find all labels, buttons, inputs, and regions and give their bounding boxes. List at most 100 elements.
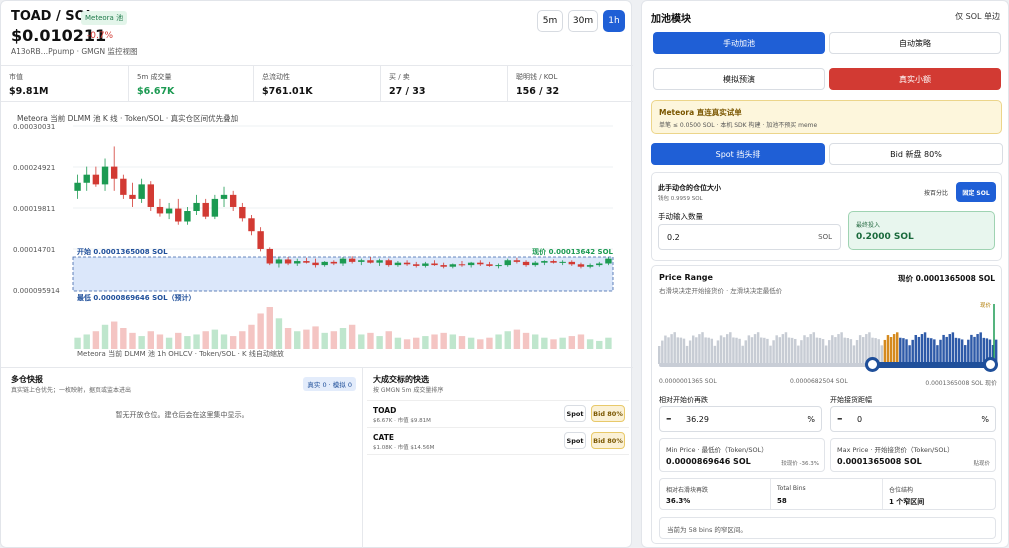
snapshot-empty: 暂无开放仓位。建仓后会在这里集中显示。 [115,411,249,419]
trade-row-toad[interactable]: TOAD $6.67K · 市值 $9.81M Spot Bid 80% [367,400,629,428]
candle-body [596,263,603,266]
candle-body [239,206,246,219]
max-price-title: Max Price · 开始接货价（Token/SOL） [837,446,954,454]
liquidity-bin [930,338,933,364]
volume-bar [431,334,438,349]
candle-body [83,174,90,183]
liquidity-bin [840,332,843,364]
start-dist-input[interactable]: – 0 % [830,406,996,432]
candle-body [101,166,109,185]
liquidity-bin [883,339,887,364]
liquidity-bin [942,334,945,364]
max-price-value: 0.0001365008 SOL [837,457,922,466]
candle-body [330,261,338,264]
liquidity-bin [862,337,865,364]
liquidity-bin [682,338,686,364]
liquidity-bin [957,338,961,364]
fixed-sol-button[interactable]: 固定 SOL [956,182,996,202]
volume-bar [303,329,310,349]
candle-body [440,265,447,267]
bid-button[interactable]: Bid 80% [591,405,625,422]
minus-icon[interactable]: – [837,412,843,425]
liquidity-bin [747,335,751,364]
liquidity-bin [763,337,766,364]
bid-strategy-button[interactable]: Bid 新盘 80% [829,143,1003,165]
liquidity-bin [837,334,840,364]
liquidity-bin [775,335,778,364]
by-percent-button[interactable]: 按百分比 [918,183,954,201]
liquidity-bin [732,337,735,364]
manual-mode-button[interactable]: 手动加池 [653,32,825,54]
right-slider-handle[interactable] [983,357,998,372]
liquidity-bin [970,334,973,364]
candle-body [385,260,392,266]
pool-badge: Meteora 池 [81,11,128,25]
range-slider-fill [873,362,993,368]
volume-bar [110,321,118,349]
stat-label: 总流动性 [262,73,290,81]
final-amount-box: 最终投入 0.2000 SOL [848,211,995,250]
trade-row-name: CATE [373,433,394,442]
summary-rel-value: 36.3% [666,497,691,505]
liquidity-bin [658,346,661,364]
liquidity-bin [719,335,723,364]
auto-mode-button[interactable]: 自动策略 [829,32,1001,54]
left-slider-handle[interactable] [865,357,880,372]
size-title: 此手动仓的仓位大小 [658,184,721,192]
candle-body [193,202,200,212]
spot-strategy-button[interactable]: Spot 挡头排 [651,143,825,165]
volume-bar [376,336,383,349]
trade-row-cate[interactable]: CATE $1.08K · 市值 $14.56M Spot Bid 80% [367,427,629,455]
liquidity-bin [806,337,809,364]
big-trade-subtitle: 按 GMGN 5m 成交量排序 [373,387,444,394]
stat-mcap: 市值 $9.81M [1,66,129,101]
amount-input[interactable]: 0.2 SOL [658,224,841,250]
trade-row-detail: $6.67K · 市值 $9.81M [373,418,431,424]
real-small-button[interactable]: 真实小额 [829,68,1001,90]
liquidity-bin [948,334,952,364]
liquidity-bin [769,345,772,364]
volume-bar [248,324,255,349]
module-mode-note: 仅 SOL 单边 [955,12,1000,21]
candle-body [312,262,319,266]
tf-5m[interactable]: 5m [537,10,563,32]
notice-body: 单笔 ≤ 0.0500 SOL · 本机 SDK 构建 · 加池不预买 meme [659,122,818,129]
volume-bar [449,334,457,349]
stat-value: 156 / 32 [516,86,560,97]
minus-icon[interactable]: – [666,412,672,425]
spot-button[interactable]: Spot [564,405,586,422]
volume-bar [385,331,392,349]
volume-bar [577,334,585,349]
stat-vol: 5m 成交量 $6.67K [129,66,254,101]
tf-1h[interactable]: 1h [603,10,625,32]
min-price-value: 0.0000869646 SOL [666,457,751,466]
candle-body [477,262,484,265]
liquidity-bin [735,337,738,364]
candle-body [184,211,191,222]
bid-button[interactable]: Bid 80% [591,432,625,449]
manual-input-label: 手动输入数量 [658,212,703,221]
liquidity-bin [766,338,769,364]
max-price-card: Max Price · 开始接货价（Token/SOL） 0.000136500… [830,438,996,472]
candle-body [129,194,136,199]
liquidity-bin [979,332,982,364]
liquidity-bin [852,345,856,364]
simulate-button[interactable]: 模拟预演 [653,68,825,90]
candle-body [156,206,164,214]
liquidity-bin [945,336,948,364]
candle-body [376,260,383,263]
y-tick: 0.00030031 [13,123,55,131]
tf-30m[interactable]: 30m [568,10,598,32]
spot-button[interactable]: Spot [564,432,586,449]
candle-body [550,261,557,263]
candle-body [532,262,539,266]
volume-bar [229,336,237,349]
volume-bar [358,334,365,349]
candle-body [413,264,420,266]
liquidity-bin [911,339,914,364]
volume-bar [467,337,475,349]
liquidity-bin [756,332,760,364]
liquidity-bin [794,338,797,364]
rel-drop-input[interactable]: – 36.29 % [659,406,822,432]
min-price-card: Min Price · 最低价（Token/SOL） 0.0000869646 … [659,438,825,472]
